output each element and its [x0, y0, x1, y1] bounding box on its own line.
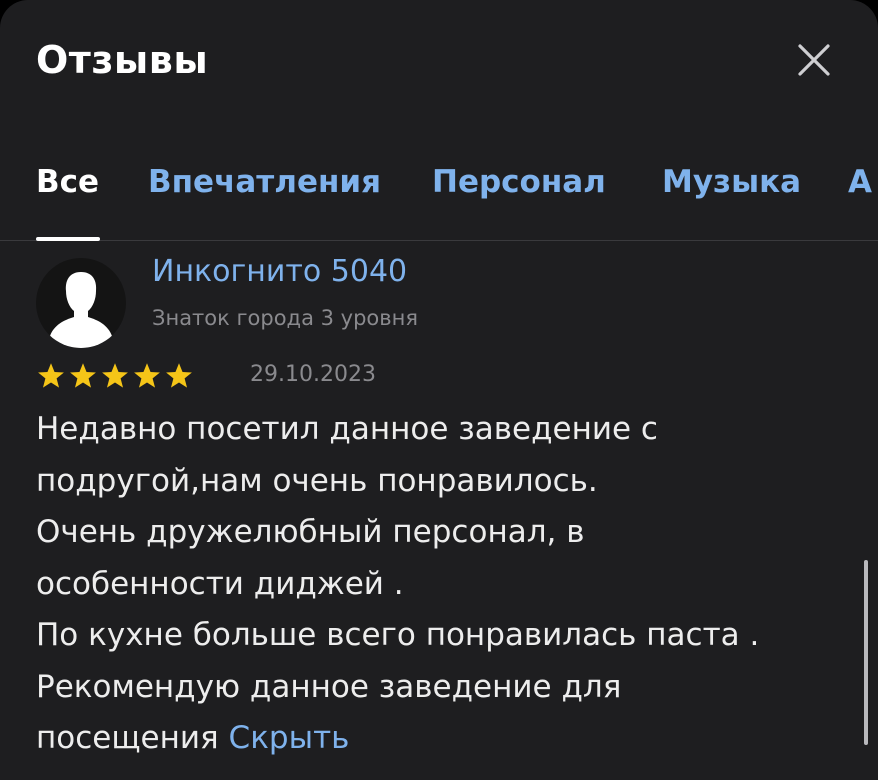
review-text-last-line: посещения Скрыть — [36, 713, 836, 765]
tab-staff[interactable]: Персонал — [432, 164, 606, 200]
tab-impressions[interactable]: Впечатления — [148, 164, 381, 200]
review-tabs: Все Впечатления Персонал Музыка А — [0, 150, 878, 241]
close-button[interactable] — [794, 40, 834, 80]
user-silhouette-icon — [50, 272, 112, 348]
review-text-line: подругой,нам очень понравилось. — [36, 462, 598, 499]
author-level: Знаток города 3 уровня — [152, 306, 419, 330]
tab-atmosphere[interactable]: А — [848, 164, 872, 200]
review-text: Недавно посетил данное заведение с подру… — [36, 404, 836, 765]
tab-music[interactable]: Музыка — [662, 164, 801, 200]
close-icon — [798, 44, 830, 76]
star-icon — [132, 362, 162, 390]
page-title: Отзывы — [36, 38, 209, 82]
author-name[interactable]: Инкогнито 5040 — [152, 254, 407, 289]
review-text-line: Рекомендую данное заведение для — [36, 668, 622, 705]
review-text-line: посещения — [36, 720, 219, 756]
review-card: Инкогнито 5040 Знаток города 3 уровня 29… — [0, 240, 878, 780]
review-text-line: особенности диджей . — [36, 565, 404, 602]
tab-all[interactable]: Все — [36, 164, 99, 200]
star-icon — [100, 362, 130, 390]
rating-stars — [36, 362, 194, 390]
review-text-line: Очень дружелюбный персонал, в — [36, 514, 585, 550]
star-icon — [164, 362, 194, 390]
star-icon — [68, 362, 98, 390]
review-text-line: По кухне больше всего понравилась паста … — [36, 617, 760, 653]
reviews-sheet: Отзывы Все Впечатления Персонал Музыка А… — [0, 0, 878, 780]
sheet-header: Отзывы — [0, 0, 878, 130]
hide-text-link[interactable]: Скрыть — [229, 720, 350, 756]
star-icon — [36, 362, 66, 390]
review-text-line: Недавно посетил данное заведение с — [36, 411, 658, 447]
avatar[interactable] — [36, 258, 126, 348]
scrollbar[interactable] — [864, 560, 868, 745]
review-date: 29.10.2023 — [250, 362, 376, 387]
